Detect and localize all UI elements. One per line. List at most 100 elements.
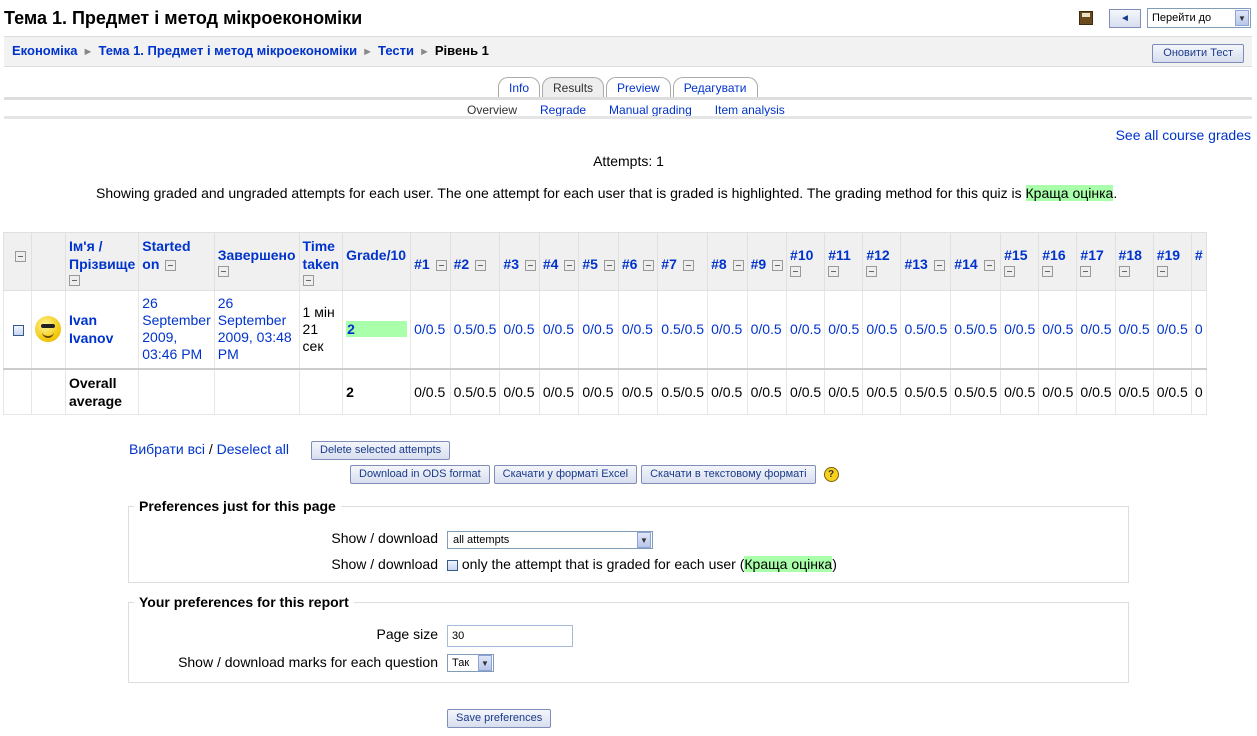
collapse-icon[interactable] bbox=[790, 266, 802, 277]
download-excel-button[interactable]: Скачати у форматі Excel bbox=[493, 465, 638, 484]
score-link[interactable]: 0/0.5 bbox=[711, 321, 742, 337]
collapse-icon[interactable] bbox=[732, 259, 744, 271]
collapse-icon[interactable] bbox=[564, 259, 576, 271]
score-link[interactable]: 0/0.5 bbox=[751, 321, 782, 337]
header-q17[interactable]: #17 bbox=[1076, 232, 1116, 291]
deselect-all-link[interactable]: Deselect all bbox=[217, 441, 289, 457]
header-q11[interactable]: #11 bbox=[824, 232, 864, 291]
collapse-icon[interactable] bbox=[217, 266, 229, 277]
score-link[interactable]: 0.5/0.5 bbox=[954, 321, 997, 337]
score-link[interactable]: 0 bbox=[1195, 321, 1203, 337]
row-checkbox[interactable] bbox=[13, 325, 24, 337]
question-label[interactable]: #19 bbox=[1157, 247, 1180, 263]
previous-activity-button[interactable]: ◄ bbox=[1109, 8, 1141, 28]
see-all-grades-link[interactable]: See all course grades bbox=[1116, 127, 1251, 143]
score-link[interactable]: 0/0.5 bbox=[503, 321, 534, 337]
subtab-item-analysis[interactable]: Item analysis bbox=[715, 103, 785, 117]
header-q9[interactable]: #9 bbox=[746, 232, 788, 291]
select-all-link[interactable]: Вибрати всі bbox=[129, 441, 205, 457]
header-q18[interactable]: #18 bbox=[1114, 232, 1154, 291]
breadcrumb-course[interactable]: Економіка bbox=[12, 43, 78, 58]
score-link[interactable]: 0/0.5 bbox=[414, 321, 445, 337]
download-ods-button[interactable]: Download in ODS format bbox=[350, 465, 490, 484]
help-icon[interactable]: ? bbox=[823, 467, 839, 482]
header-q4[interactable]: #4 bbox=[538, 232, 580, 291]
header-q13[interactable]: #13 bbox=[900, 232, 952, 291]
header-time-label[interactable]: Time taken bbox=[303, 238, 340, 272]
collapse-icon[interactable] bbox=[165, 259, 177, 271]
user-name-link[interactable]: Ivan Ivanov bbox=[69, 312, 113, 346]
show-marks-select[interactable]: Так ▼ bbox=[447, 654, 494, 672]
score-link[interactable]: 0/0.5 bbox=[543, 321, 574, 337]
question-label[interactable]: #4 bbox=[543, 256, 559, 272]
question-label[interactable]: #9 bbox=[751, 256, 767, 272]
collapse-icon[interactable] bbox=[603, 259, 615, 271]
question-label[interactable]: #10 bbox=[790, 247, 813, 263]
score-link[interactable]: 0/0.5 bbox=[1119, 321, 1150, 337]
header-grade-label[interactable]: Grade/10 bbox=[346, 247, 406, 263]
page-size-input[interactable] bbox=[447, 625, 573, 647]
header-completed[interactable]: Завершено bbox=[213, 232, 300, 291]
tab-edit[interactable]: Редагувати bbox=[672, 77, 758, 97]
collapse-icon[interactable] bbox=[524, 259, 536, 271]
question-label[interactable]: #6 bbox=[622, 256, 638, 272]
question-label[interactable]: #15 bbox=[1004, 247, 1027, 263]
score-link[interactable]: 0/0.5 bbox=[828, 321, 859, 337]
question-label[interactable]: #8 bbox=[711, 256, 727, 272]
collapse-icon[interactable] bbox=[866, 266, 878, 277]
collapse-icon[interactable] bbox=[302, 275, 314, 286]
header-q14[interactable]: #14 bbox=[950, 232, 1002, 291]
collapse-icon[interactable] bbox=[15, 251, 26, 262]
update-quiz-button[interactable]: Оновити Тест bbox=[1152, 44, 1244, 63]
header-time[interactable]: Time taken bbox=[298, 232, 344, 291]
tab-info[interactable]: Info bbox=[498, 77, 541, 97]
attempt-completed-link[interactable]: 26 September 2009, 03:48 PM bbox=[218, 295, 292, 362]
score-link[interactable]: 0/0.5 bbox=[622, 321, 653, 337]
header-q16[interactable]: #16 bbox=[1038, 232, 1078, 291]
collapse-icon[interactable] bbox=[1004, 266, 1016, 277]
header-q2[interactable]: #2 bbox=[449, 232, 501, 291]
header-started[interactable]: Started on bbox=[138, 232, 215, 291]
header-completed-label[interactable]: Завершено bbox=[218, 247, 296, 263]
tab-preview[interactable]: Preview bbox=[606, 77, 671, 97]
question-label[interactable]: #12 bbox=[866, 247, 889, 263]
score-link[interactable]: 0/0.5 bbox=[1042, 321, 1073, 337]
question-label[interactable]: #7 bbox=[661, 256, 677, 272]
question-label[interactable]: #5 bbox=[582, 256, 598, 272]
grade-link[interactable]: 2 bbox=[346, 321, 408, 338]
question-label[interactable]: #2 bbox=[454, 256, 470, 272]
header-name[interactable]: Ім'я / Прізвище bbox=[64, 232, 140, 291]
score-link[interactable]: 0.5/0.5 bbox=[661, 321, 704, 337]
tab-results[interactable]: Results bbox=[542, 77, 605, 97]
header-q10[interactable]: #10 bbox=[786, 232, 826, 291]
collapse-icon[interactable] bbox=[682, 259, 694, 271]
collapse-icon[interactable] bbox=[828, 266, 840, 277]
header-q15[interactable]: #15 bbox=[1000, 232, 1040, 291]
header-q6[interactable]: #6 bbox=[617, 232, 659, 291]
breadcrumb-quizzes[interactable]: Тести bbox=[378, 43, 414, 58]
header-name-label[interactable]: Ім'я / Прізвище bbox=[69, 238, 135, 272]
collapse-icon[interactable] bbox=[643, 259, 655, 271]
header-q7[interactable]: #7 bbox=[657, 232, 709, 291]
score-link[interactable]: 0.5/0.5 bbox=[454, 321, 497, 337]
collapse-icon[interactable] bbox=[1042, 266, 1054, 277]
header-grade[interactable]: Grade/10 bbox=[342, 232, 412, 291]
collapse-icon[interactable] bbox=[435, 259, 447, 271]
subtab-regrade[interactable]: Regrade bbox=[540, 103, 586, 117]
header-q20[interactable]: # bbox=[1190, 232, 1207, 291]
question-label[interactable]: #17 bbox=[1080, 247, 1103, 263]
breadcrumb-topic[interactable]: Тема 1. Предмет і метод мікроекономіки bbox=[98, 43, 357, 58]
score-link[interactable]: 0/0.5 bbox=[1080, 321, 1111, 337]
header-q12[interactable]: #12 bbox=[862, 232, 902, 291]
score-link[interactable]: 0/0.5 bbox=[790, 321, 821, 337]
score-link[interactable]: 0/0.5 bbox=[866, 321, 897, 337]
question-label[interactable]: # bbox=[1195, 247, 1203, 263]
question-label[interactable]: #18 bbox=[1119, 247, 1142, 263]
subtab-manual-grading[interactable]: Manual grading bbox=[609, 103, 692, 117]
score-link[interactable]: 0/0.5 bbox=[582, 321, 613, 337]
subtab-overview[interactable]: Overview bbox=[467, 103, 517, 117]
header-q5[interactable]: #5 bbox=[578, 232, 619, 291]
only-graded-checkbox[interactable] bbox=[447, 559, 458, 571]
save-preferences-button[interactable]: Save preferences bbox=[447, 709, 552, 728]
header-q3[interactable]: #3 bbox=[499, 232, 540, 291]
